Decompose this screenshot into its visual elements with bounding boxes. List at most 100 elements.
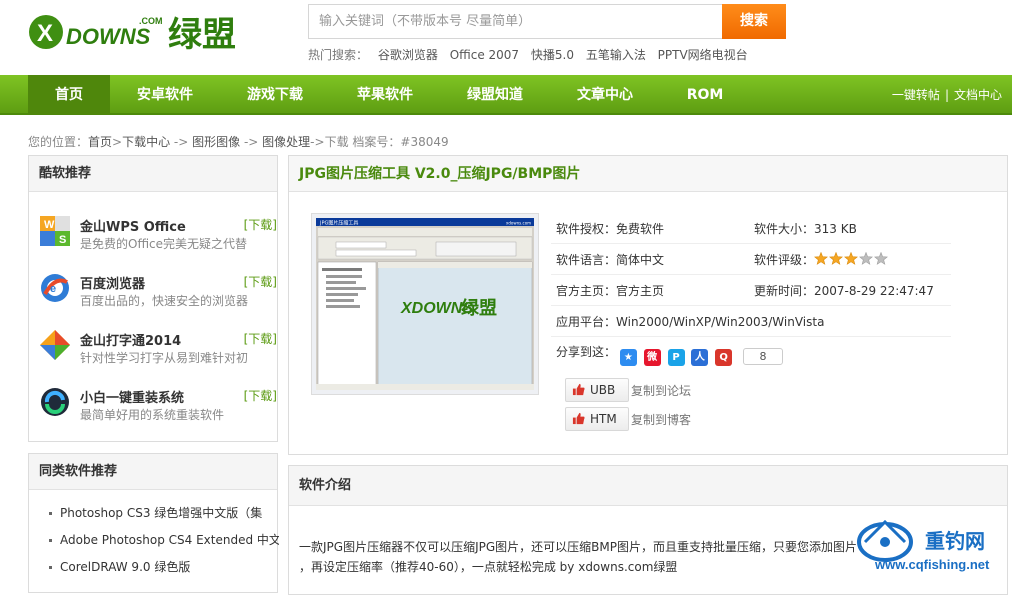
- copy-to-blog-link[interactable]: 复制到博客: [631, 411, 691, 428]
- download-link[interactable]: [下载]: [244, 387, 277, 404]
- nav-item-home[interactable]: 首页: [28, 75, 110, 115]
- nav-item-apple[interactable]: 苹果软件: [345, 75, 425, 115]
- renren-share-icon[interactable]: 人: [691, 349, 709, 366]
- similar-software-panel: 同类软件推荐 Photoshop CS3 绿色增强中文版（集 Adobe Pho…: [28, 453, 279, 593]
- recommended-title: 酷软推荐: [29, 156, 277, 192]
- copy-ubb-button[interactable]: UBB: [565, 378, 629, 402]
- intro-text: 一款JPG图片压缩器不仅可以压缩JPG图片，还可以压缩BMP图片，而且重支持批量…: [299, 540, 857, 554]
- breadcrumb: 您的位置：首页>下载中心 -> 图形图像 -> 图像处理->下载 档案号：#38…: [28, 133, 449, 150]
- archive-number: 档案号：#38049: [348, 135, 449, 149]
- copy-to-forum-link[interactable]: 复制到论坛: [631, 382, 691, 399]
- svg-text:绿盟: 绿盟: [461, 297, 497, 319]
- rating-label: 软件评级：: [754, 253, 815, 267]
- xdowns-logo[interactable]: X DOWNS .COM 绿盟: [26, 8, 256, 54]
- platform-label: 应用平台：: [556, 315, 617, 329]
- svg-text:绿盟: 绿盟: [168, 15, 236, 54]
- rating-stars: [814, 252, 888, 265]
- size-label: 软件大小：: [754, 222, 815, 236]
- list-item-label: CorelDRAW 9.0 绿色版: [60, 560, 191, 574]
- doc-center-link[interactable]: 文档中心: [954, 88, 1002, 102]
- list-item[interactable]: Adobe Photoshop CS4 Extended 中文: [49, 527, 279, 554]
- search-button[interactable]: 搜索: [722, 4, 786, 39]
- list-item-label: Photoshop CS3 绿色增强中文版（集: [60, 506, 263, 520]
- software-name[interactable]: 金山打字通2014: [80, 330, 181, 349]
- breadcrumb-graphics[interactable]: 图形图像: [192, 135, 240, 149]
- search-input[interactable]: 输入关键词（不带版本号 尽量简单）: [308, 4, 723, 39]
- list-item-label: Adobe Photoshop CS4 Extended 中文: [60, 533, 279, 547]
- tencent-weibo-share-icon[interactable]: P: [667, 349, 685, 366]
- list-item[interactable]: e 百度浏览器 百度出品的，快速安全的浏览器 [下载]: [39, 270, 277, 320]
- homepage-link[interactable]: 官方主页: [616, 284, 664, 298]
- ubb-label: UBB: [590, 383, 616, 397]
- language-label: 软件语言：: [556, 253, 617, 267]
- hot-link[interactable]: PPTV网络电视台: [658, 48, 748, 62]
- hot-link[interactable]: 快播5.0: [531, 48, 574, 62]
- divider: [551, 336, 951, 337]
- wps-icon: W S: [40, 216, 70, 246]
- update-value: 2007-8-29 22:47:47: [814, 284, 934, 298]
- software-desc: 是免费的Office完美无疑之代替: [80, 237, 248, 251]
- nav-item-zhidao[interactable]: 绿盟知道: [455, 75, 535, 115]
- divider: [551, 274, 951, 275]
- reinstall-icon: [41, 388, 69, 416]
- site-header: X DOWNS .COM 绿盟 输入关键词（不带版本号 尽量简单） 搜索 热门搜…: [0, 0, 1012, 75]
- list-item[interactable]: Photoshop CS3 绿色增强中文版（集: [49, 500, 279, 527]
- nav-item-articles[interactable]: 文章中心: [565, 75, 645, 115]
- nav-item-android[interactable]: 安卓软件: [125, 75, 205, 115]
- share-label: 分享到这：: [556, 345, 617, 359]
- bullet-icon: [49, 539, 52, 542]
- language-value: 简体中文: [616, 253, 665, 267]
- nav-item-rom[interactable]: ROM: [665, 75, 745, 115]
- copy-html-button[interactable]: HTM: [565, 407, 629, 431]
- list-item[interactable]: CorelDRAW 9.0 绿色版: [49, 554, 279, 581]
- nav-right-links: 一键转帖 | 文档中心: [892, 75, 1002, 115]
- qq-share-icon[interactable]: Q: [715, 349, 733, 366]
- download-link[interactable]: [下载]: [244, 273, 277, 290]
- platform-value: Win2000/WinXP/Win2003/WinVista: [616, 315, 825, 329]
- hot-link[interactable]: 谷歌浏览器: [378, 48, 438, 62]
- software-name[interactable]: 百度浏览器: [80, 273, 145, 292]
- intro-text: ，再设定压缩率（推荐40-60），一点就轻松完成 by xdowns.com绿盟: [299, 560, 678, 574]
- hot-search: 热门搜索： 谷歌浏览器 Office 2007 快播5.0 五笔输入法 PPTV…: [308, 46, 756, 63]
- update-label: 更新时间：: [754, 284, 815, 298]
- one-click-repost-link[interactable]: 一键转帖: [892, 88, 940, 102]
- qzone-share-icon[interactable]: ★: [619, 349, 637, 366]
- download-link[interactable]: [下载]: [244, 330, 277, 347]
- html-label: HTM: [590, 412, 617, 426]
- software-name[interactable]: 金山WPS Office: [80, 216, 186, 235]
- star-icon: [814, 252, 828, 265]
- watermark-text: 重钓网: [925, 529, 985, 553]
- star-icon: [844, 252, 858, 265]
- star-icon: [859, 252, 873, 265]
- recommended-panel: 酷软推荐 W S 金山WPS Office 是免费的Office完美无疑之代替 …: [28, 155, 278, 442]
- breadcrumb-download-center[interactable]: 下载中心: [122, 135, 170, 149]
- bullet-icon: [49, 566, 52, 569]
- update-row: 更新时间：2007-8-29 22:47:47: [754, 282, 934, 299]
- divider: [551, 243, 951, 244]
- license-value: 免费软件: [616, 222, 665, 236]
- software-name[interactable]: 小白一键重装系统: [80, 387, 184, 406]
- breadcrumb-current: 下载: [324, 135, 349, 149]
- download-link[interactable]: [下载]: [244, 216, 277, 233]
- software-desc: 百度出品的，快速安全的浏览器: [80, 294, 249, 308]
- screenshot-title: JPG图片压缩工具: [319, 220, 358, 227]
- weibo-share-icon[interactable]: 微: [643, 349, 661, 366]
- software-title: JPG图片压缩工具 V2.0_压缩JPG/BMP图片: [289, 156, 1007, 192]
- list-item[interactable]: 小白一键重装系统 最简单好用的系统重装软件 [下载]: [39, 384, 277, 434]
- software-desc: 针对性学习打字从易到难针对初: [80, 351, 249, 365]
- license-label: 软件授权：: [556, 222, 617, 236]
- breadcrumb-sep: ->: [240, 135, 263, 149]
- breadcrumb-home[interactable]: 首页: [88, 135, 112, 149]
- screenshot-site: xdowns.com: [506, 221, 531, 226]
- hot-link[interactable]: Office 2007: [450, 48, 519, 62]
- list-item[interactable]: 金山打字通2014 针对性学习打字从易到难针对初 [下载]: [39, 327, 277, 377]
- nav-item-games[interactable]: 游戏下载: [235, 75, 315, 115]
- software-desc: 最简单好用的系统重装软件: [80, 408, 225, 422]
- hot-link[interactable]: 五笔输入法: [586, 48, 646, 62]
- software-screenshot[interactable]: JPG图片压缩工具 xdowns.com XDOWNS 绿盟: [311, 213, 539, 395]
- breadcrumb-image-processing[interactable]: 图像处理: [262, 135, 310, 149]
- thumbs-up-icon: [572, 412, 585, 425]
- list-item[interactable]: W S 金山WPS Office 是免费的Office完美无疑之代替 [下载]: [39, 213, 277, 263]
- size-value: 313 KB: [814, 222, 857, 236]
- nav-separator: |: [944, 88, 949, 102]
